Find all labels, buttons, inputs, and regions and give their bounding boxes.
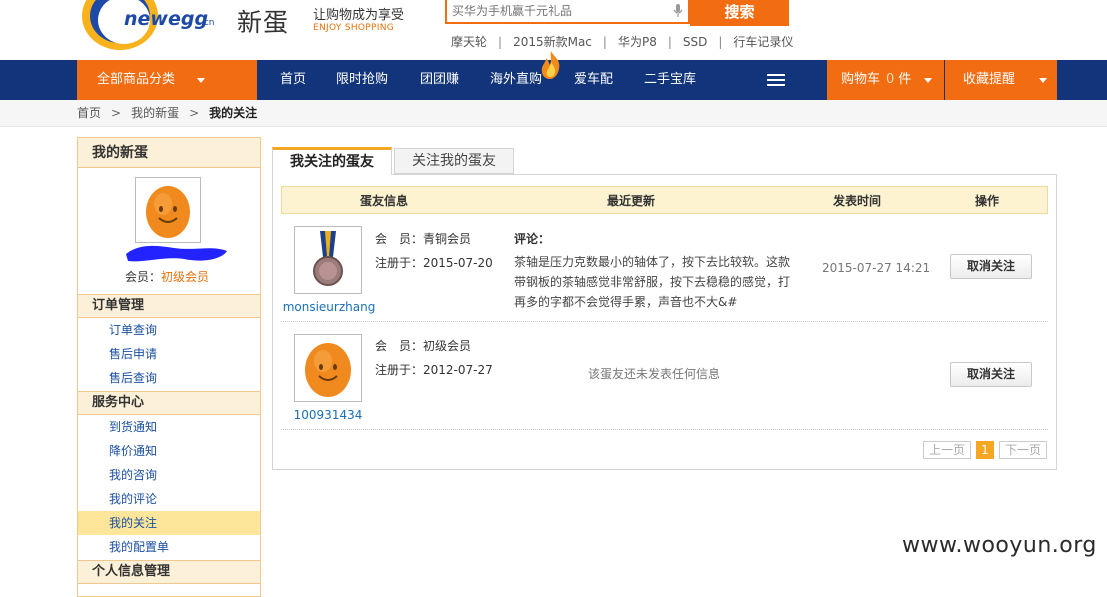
breadcrumb-current: 我的关注 — [209, 106, 258, 120]
tab-followers[interactable]: 关注我的蛋友 — [394, 148, 514, 174]
pager-current-page[interactable]: 1 — [976, 441, 994, 459]
pager-prev-button[interactable]: 上一页 — [923, 441, 971, 459]
reg-value: 2015-07-20 — [423, 256, 493, 270]
reg-label: 注册于： — [375, 256, 424, 270]
favorites-button[interactable]: 收藏提醒 — [945, 60, 1057, 100]
member-value: 初级会员 — [423, 339, 472, 353]
cart-button[interactable]: 购物车 0 件 — [827, 60, 944, 100]
watermark: www.wooyun.org — [902, 533, 1097, 558]
search-button[interactable]: 搜索 — [690, 0, 789, 26]
nav-item-group[interactable]: 团团赚 — [420, 60, 459, 100]
column-header-user-info: 蛋友信息 — [360, 194, 409, 208]
sidebar-item-order-query[interactable]: 订单查询 — [78, 318, 260, 342]
separator: | — [498, 35, 503, 49]
sidebar-item-aftersale-query[interactable]: 售后查询 — [78, 366, 260, 390]
sidebar-section-service: 服务中心 — [78, 391, 260, 415]
chevron-down-icon — [197, 78, 205, 83]
breadcrumb-separator: > — [189, 106, 200, 120]
hamburger-menu-icon[interactable] — [767, 74, 785, 86]
nav-item-secondhand[interactable]: 二手宝库 — [644, 60, 696, 100]
reg-value: 2012-07-27 — [423, 363, 493, 377]
follow-reg-date: 注册于：2012-07-27 — [375, 361, 493, 378]
flame-icon — [538, 50, 564, 80]
update-type-label: 评论： — [514, 232, 551, 246]
follow-member-level: 会 员：初级会员 — [375, 337, 471, 354]
sidebar-item-my-configs[interactable]: 我的配置单 — [78, 535, 260, 559]
microphone-icon[interactable] — [673, 3, 683, 19]
sidebar-section-profile: 个人信息管理 — [78, 560, 260, 584]
svg-text:.cn: .cn — [201, 18, 215, 28]
follow-panel — [272, 174, 1057, 470]
sidebar-item-my-inquiries[interactable]: 我的咨询 — [78, 463, 260, 487]
nav-item-flash-sale[interactable]: 限时抢购 — [336, 60, 388, 100]
sidebar-title: 我的新蛋 — [78, 138, 260, 168]
member-level: 会员：初级会员 — [125, 268, 209, 285]
search-input[interactable] — [452, 2, 672, 20]
breadcrumb-separator: > — [111, 106, 122, 120]
sidebar-item-my-follows[interactable]: 我的关注 — [78, 511, 260, 535]
column-header-post-time: 发表时间 — [833, 194, 882, 208]
nav-item-home[interactable]: 首页 — [280, 60, 306, 100]
tab-following[interactable]: 我关注的蛋友 — [272, 147, 392, 175]
unfollow-button[interactable]: 取消关注 — [950, 254, 1032, 279]
chevron-down-icon — [924, 78, 932, 83]
redacted-username-scribble — [124, 241, 230, 267]
column-header-latest-update: 最近更新 — [607, 194, 656, 208]
hot-link-mac[interactable]: 2015新款Mac — [513, 35, 592, 49]
all-categories-menu[interactable]: 全部商品分类 — [77, 60, 257, 100]
sidebar-item-my-reviews[interactable]: 我的评论 — [78, 487, 260, 511]
nav-item-car[interactable]: 爱车配 — [574, 60, 613, 100]
favorites-label: 收藏提醒 — [963, 72, 1016, 87]
nav-item-overseas[interactable]: 海外直购 — [490, 60, 542, 100]
cart-count: 0 — [886, 72, 895, 87]
pager-next-button[interactable]: 下一页 — [999, 441, 1047, 459]
slogan-en: ENJOY SHOPPING — [313, 23, 395, 33]
hot-link-ferris-wheel[interactable]: 摩天轮 — [451, 35, 487, 49]
member-label: 会 员： — [375, 232, 424, 246]
follow-reg-date: 注册于：2015-07-20 — [375, 254, 493, 271]
cart-label: 购物车 — [841, 72, 881, 87]
breadcrumb-my-newegg[interactable]: 我的新蛋 — [131, 106, 179, 120]
sidebar-section-orders: 订单管理 — [78, 294, 260, 318]
hot-search-links: 摩天轮 | 2015新款Mac | 华为P8 | SSD | 行车记录仪 — [451, 33, 793, 50]
all-categories-label: 全部商品分类 — [97, 72, 176, 87]
member-value: 青铜会员 — [423, 232, 472, 246]
slogan-cn: 让购物成为享受 — [313, 8, 405, 23]
follow-member-level: 会 员：青铜会员 — [375, 230, 471, 247]
member-label: 会 员： — [375, 339, 424, 353]
post-time: 2015-07-27 14:21 — [822, 261, 931, 275]
svg-text:newegg: newegg — [124, 8, 208, 30]
member-level-label: 会员： — [125, 270, 162, 284]
column-header-action: 操作 — [975, 194, 1000, 208]
member-level-value: 初级会员 — [161, 270, 210, 284]
row-divider — [281, 429, 1048, 430]
chevron-down-icon — [1039, 78, 1047, 83]
sidebar-item-price-notice[interactable]: 降价通知 — [78, 439, 260, 463]
reg-label: 注册于： — [375, 363, 424, 377]
logo-cn: 新蛋 — [237, 8, 290, 37]
user-avatar[interactable] — [135, 177, 201, 243]
user-avatar-orange-egg[interactable] — [294, 334, 362, 402]
hot-link-huawei[interactable]: 华为P8 — [618, 35, 657, 49]
hot-link-ssd[interactable]: SSD — [683, 35, 707, 49]
cart-unit: 件 — [898, 72, 912, 87]
user-avatar-bronze-medal[interactable] — [294, 226, 362, 294]
separator: | — [602, 35, 607, 49]
sidebar-item-arrival-notice[interactable]: 到货通知 — [78, 415, 260, 439]
row-divider — [281, 321, 1048, 322]
hot-link-dashcam[interactable]: 行车记录仪 — [733, 35, 793, 49]
unfollow-button[interactable]: 取消关注 — [950, 362, 1032, 387]
sidebar-item-aftersale-apply[interactable]: 售后申请 — [78, 342, 260, 366]
separator: | — [718, 35, 723, 49]
breadcrumb-home[interactable]: 首页 — [77, 106, 101, 120]
newegg-logo[interactable]: newegg .cn — [80, 0, 240, 50]
follow-username[interactable]: 100931434 — [278, 408, 378, 422]
breadcrumb: 首页 > 我的新蛋 > 我的关注 — [77, 104, 257, 121]
follow-username[interactable]: monsieurzhang — [279, 300, 379, 314]
update-content[interactable]: 茶轴是压力克数最小的轴体了，按下去比较软。这款带钢板的茶轴感觉非常舒服，按下去稳… — [514, 252, 796, 312]
separator: | — [667, 35, 672, 49]
no-update-message: 该蛋友还未发表任何信息 — [588, 367, 721, 381]
